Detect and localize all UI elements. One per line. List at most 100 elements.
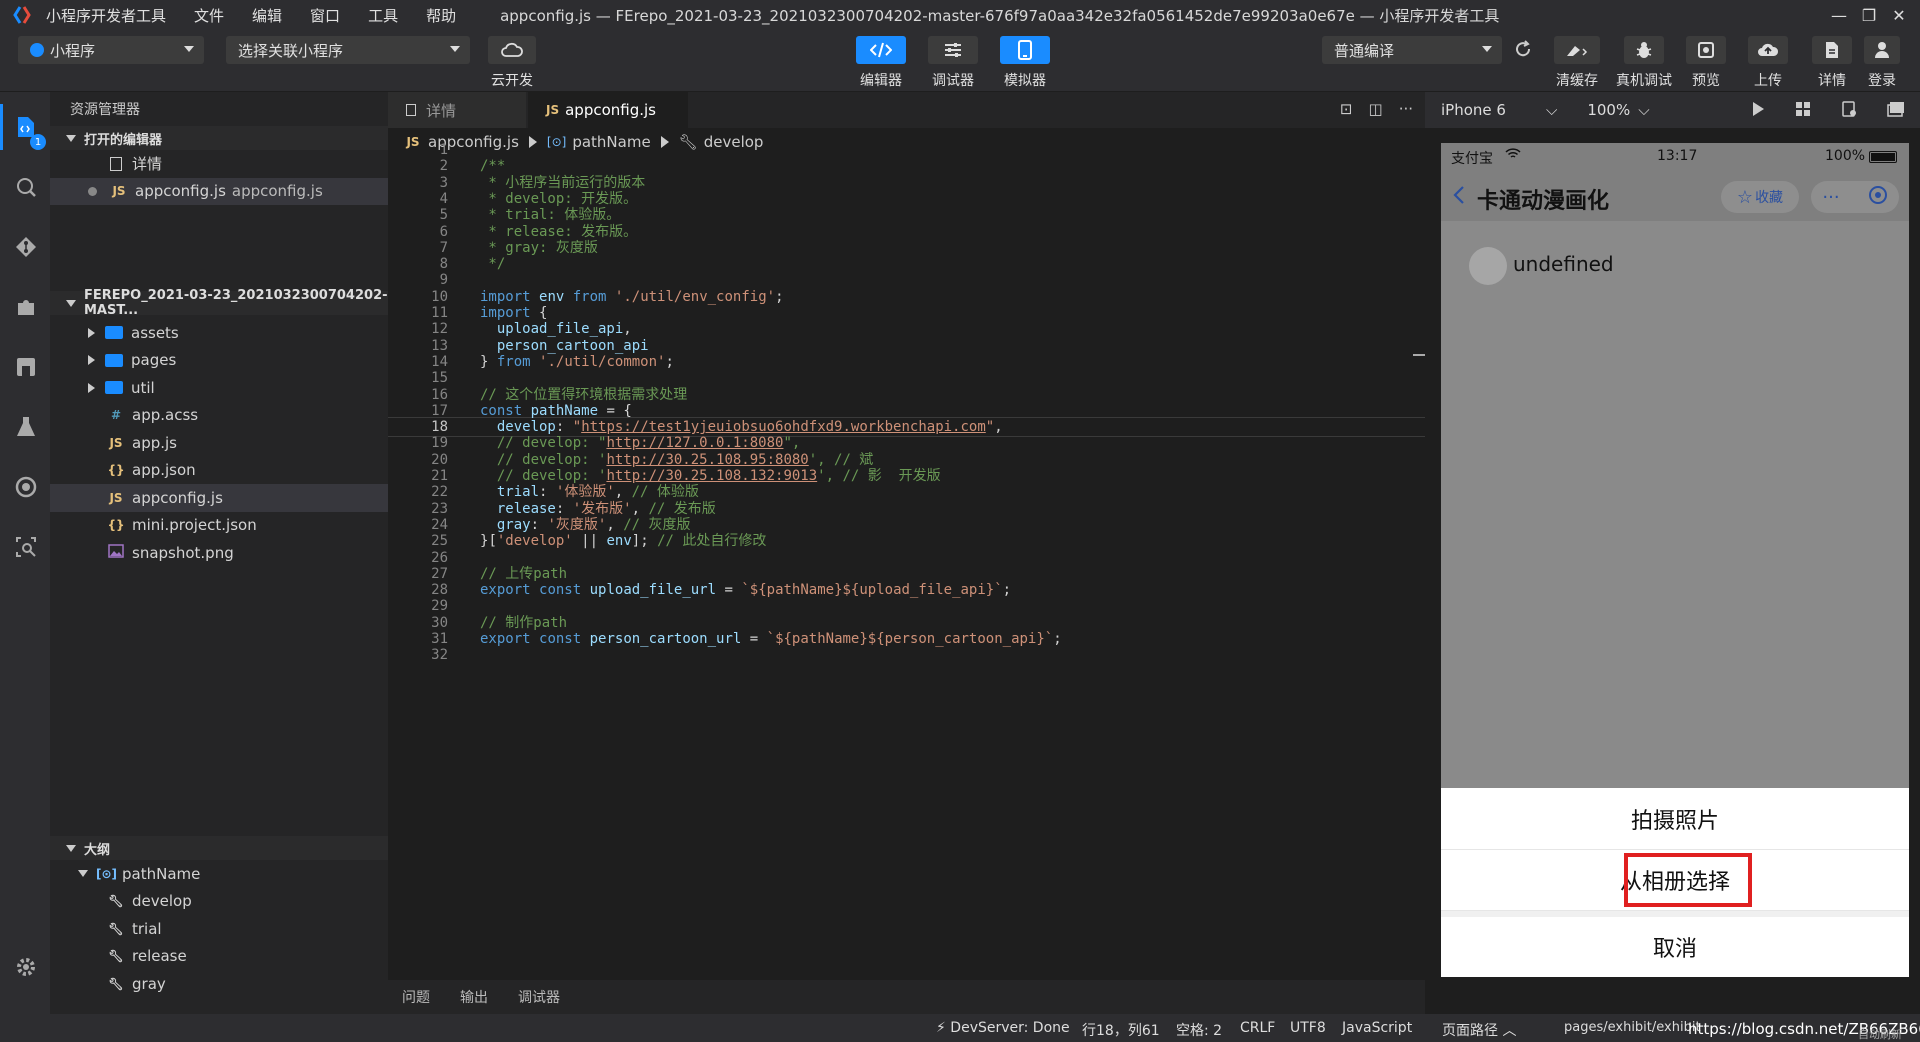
chevron-down-icon[interactable]: ⌵ — [1638, 101, 1649, 119]
tab-appconfig[interactable]: JS appconfig.js — [528, 92, 688, 128]
language-mode[interactable]: JavaScript — [1342, 1020, 1412, 1036]
css-file-icon: # — [110, 408, 122, 423]
menu-tools[interactable]: 工具 — [368, 5, 398, 26]
cursor-position[interactable]: 行18，列61 — [1082, 1020, 1160, 1040]
broom-icon — [1554, 36, 1600, 64]
toolbar: 小程序 选择关联小程序 云开发 编辑器 调试器 模拟器 普通编译 清缓存 真机调… — [0, 30, 1920, 92]
cancel-button[interactable]: 取消 — [1441, 917, 1909, 977]
minimize-button[interactable]: — — [1824, 0, 1854, 30]
outline-item[interactable]: 🔧︎ release — [50, 943, 388, 971]
chevron-down-icon — [66, 134, 76, 142]
file-item[interactable]: JS appconfig.js — [50, 484, 388, 512]
indent-setting[interactable]: 空格: 2 — [1176, 1020, 1222, 1040]
menu-app[interactable]: 小程序开发者工具 — [46, 5, 166, 26]
bug-icon — [1624, 36, 1664, 64]
code-editor[interactable]: 1 2/** 3 * 小程序当前运行的版本 4 * develop: 开发版。 5 * … — [388, 142, 1425, 980]
file-item[interactable]: {} mini.project.json — [50, 512, 388, 540]
close-target-icon[interactable] — [1868, 185, 1888, 209]
devserver-status[interactable]: ⚡ DevServer: Done — [936, 1020, 1070, 1036]
outline-item[interactable]: 🔧︎ gray — [50, 970, 388, 998]
tab-problems[interactable]: 问题 — [402, 987, 430, 1007]
search-icon[interactable] — [13, 174, 39, 200]
json-file-icon: {} — [107, 463, 125, 478]
menu-file[interactable]: 文件 — [194, 5, 224, 26]
inspect-icon[interactable] — [13, 534, 39, 560]
menu-help[interactable]: 帮助 — [426, 5, 456, 26]
tab-debug-console[interactable]: 调试器 — [518, 987, 560, 1007]
device-debug-button[interactable]: 真机调试 — [1616, 36, 1672, 90]
chevron-down-icon — [78, 870, 88, 878]
clear-cache-button[interactable]: 清缓存 — [1554, 36, 1600, 90]
grid-icon[interactable] — [1795, 101, 1811, 121]
folder-item[interactable]: assets — [50, 319, 388, 347]
settings-gear-icon[interactable] — [13, 954, 39, 980]
eol-setting[interactable]: CRLF — [1240, 1020, 1275, 1036]
debugger-toggle-button[interactable]: 调试器 — [928, 36, 978, 90]
page-path: pages/exhibit/exhibit — [1564, 1020, 1701, 1035]
chevron-down-icon — [450, 46, 460, 52]
device-settings-icon[interactable] — [1841, 101, 1857, 121]
tab-details[interactable]: 详情 — [388, 92, 526, 128]
play-icon[interactable] — [1751, 101, 1765, 121]
outline-item[interactable]: [⊙] pathName — [50, 860, 388, 888]
device-select[interactable]: iPhone 6 — [1441, 101, 1506, 119]
close-window-button[interactable]: ✕ — [1884, 0, 1914, 30]
folder-item[interactable]: pages — [50, 347, 388, 375]
flask-icon[interactable] — [13, 414, 39, 440]
link-mini-app-select[interactable]: 选择关联小程序 — [226, 36, 470, 64]
lightning-icon: ⚡ — [936, 1020, 946, 1036]
upload-button[interactable]: 上传 — [1748, 36, 1788, 90]
tab-output[interactable]: 输出 — [460, 987, 488, 1007]
auto-refresh-toggle[interactable]: 自动刷新 — [1858, 1026, 1902, 1042]
support-icon[interactable] — [13, 474, 39, 500]
window-icon[interactable] — [1887, 101, 1905, 121]
compile-mode-select[interactable]: 普通编译 — [1322, 36, 1502, 64]
back-chevron-icon[interactable] — [1453, 185, 1465, 209]
open-editor-item[interactable]: JS appconfig.js appconfig.js — [50, 177, 388, 205]
code-line[interactable]: 32 — [388, 645, 1425, 665]
sliders-icon — [928, 36, 978, 64]
capsule-menu[interactable]: ··· — [1811, 181, 1899, 213]
file-item[interactable]: # app.acss — [50, 402, 388, 430]
file-item[interactable]: {} app.json — [50, 457, 388, 485]
chevron-down-icon[interactable]: ⌵ — [1546, 101, 1557, 119]
split-editor-icon[interactable]: ◫ — [1369, 100, 1383, 118]
content-text: undefined — [1513, 252, 1614, 276]
page-path-label[interactable]: 页面路径 ︿ — [1442, 1020, 1516, 1040]
take-photo-button[interactable]: 拍摄照片 — [1441, 788, 1909, 850]
simulator-toggle-button[interactable]: 模拟器 — [1000, 36, 1050, 90]
extensions-icon[interactable] — [13, 294, 39, 320]
open-preview-icon[interactable]: ⊡ — [1340, 100, 1353, 118]
zoom-select[interactable]: 100% — [1587, 101, 1630, 119]
git-icon[interactable] — [13, 234, 39, 260]
cloud-icon — [488, 36, 536, 64]
editor-toggle-button[interactable]: 编辑器 — [856, 36, 906, 90]
open-editor-item[interactable]: 详情 — [50, 150, 388, 178]
maximize-button[interactable]: ❐ — [1854, 0, 1884, 30]
outline-item[interactable]: 🔧︎ trial — [50, 915, 388, 943]
favorite-button[interactable]: ☆ 收藏 — [1721, 181, 1799, 213]
cloud-dev-button[interactable]: 云开发 — [488, 36, 536, 90]
login-button[interactable]: 登录 — [1864, 36, 1900, 90]
components-icon[interactable] — [13, 354, 39, 380]
more-icon[interactable]: ··· — [1822, 187, 1839, 208]
folder-item[interactable]: util — [50, 374, 388, 402]
js-file-icon: JS — [112, 184, 126, 199]
chevron-up-icon: ︿ — [1502, 1023, 1517, 1039]
more-actions-icon[interactable]: ··· — [1399, 100, 1413, 118]
refresh-icon[interactable] — [1514, 40, 1534, 60]
outline-item[interactable]: 🔧︎ develop — [50, 888, 388, 916]
outline-header[interactable]: 大纲 — [50, 836, 388, 860]
preview-button[interactable]: 预览 — [1686, 36, 1726, 90]
encoding-setting[interactable]: UTF8 — [1290, 1020, 1326, 1036]
open-editors-header[interactable]: 打开的编辑器 — [50, 126, 388, 150]
file-item[interactable]: JS app.js — [50, 429, 388, 457]
file-item[interactable]: snapshot.png — [50, 539, 388, 567]
editor-label: 编辑器 — [860, 73, 902, 89]
project-header[interactable]: FEREPO_2021-03-23_2021032300704202-MAST.… — [50, 288, 388, 318]
details-button[interactable]: 详情 — [1812, 36, 1852, 90]
login-label: 登录 — [1868, 73, 1896, 89]
app-type-select[interactable]: 小程序 — [18, 36, 204, 64]
menu-window[interactable]: 窗口 — [310, 5, 340, 26]
menu-edit[interactable]: 编辑 — [252, 5, 282, 26]
